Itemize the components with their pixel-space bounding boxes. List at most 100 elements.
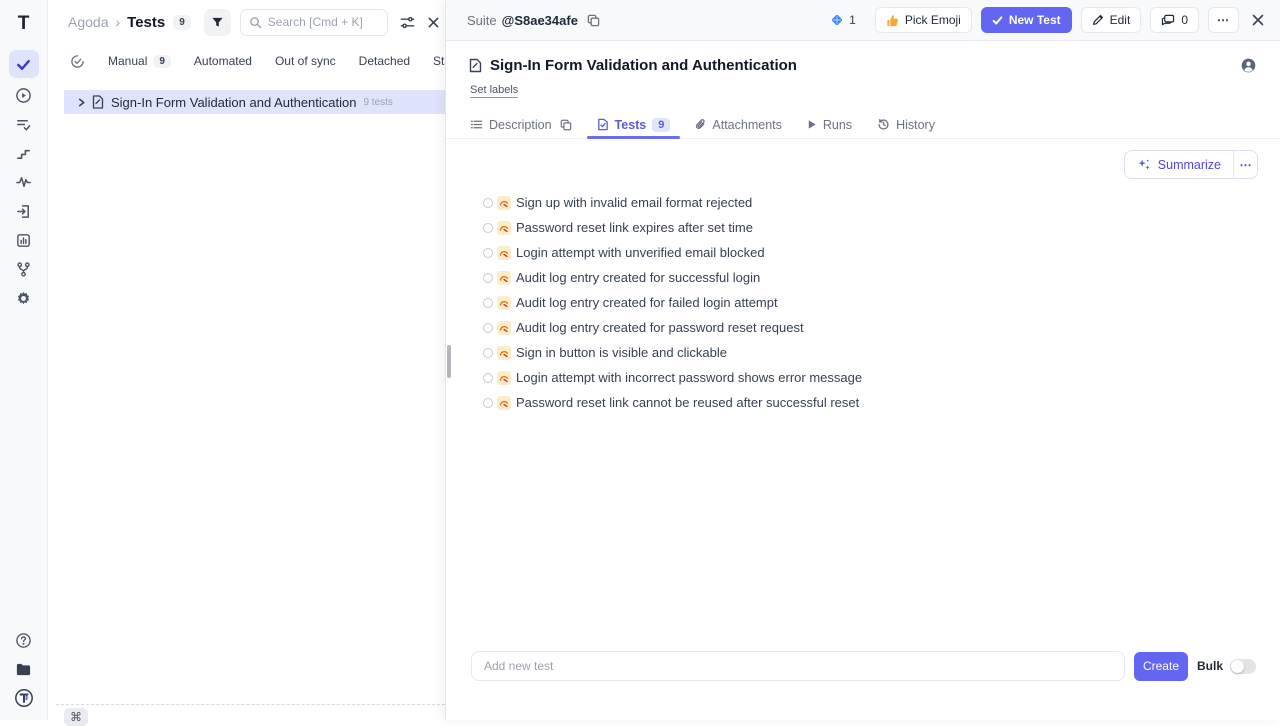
test-document-icon bbox=[597, 118, 609, 131]
check-icon bbox=[992, 15, 1003, 26]
close-panel-icon[interactable] bbox=[427, 16, 440, 29]
tab-description-label: Description bbox=[489, 118, 552, 132]
test-radio[interactable] bbox=[483, 373, 493, 383]
test-title: Audit log entry created for successful l… bbox=[516, 270, 760, 285]
tab-tests[interactable]: Tests 9 bbox=[597, 111, 671, 138]
search-box[interactable] bbox=[240, 9, 388, 36]
test-list-item[interactable]: Audit log entry created for successful l… bbox=[483, 265, 1280, 290]
summarize-button[interactable]: Summarize bbox=[1125, 151, 1233, 178]
rail-tests-icon[interactable] bbox=[9, 50, 39, 78]
tab-tests-label: Tests bbox=[615, 118, 647, 132]
test-title: Audit log entry created for failed login… bbox=[516, 295, 778, 310]
rail-steps-icon[interactable] bbox=[9, 141, 39, 165]
tab-attachments-label: Attachments bbox=[712, 118, 781, 132]
tests-list: Sign up with invalid email format reject… bbox=[446, 190, 1280, 415]
chevron-right-icon[interactable] bbox=[77, 98, 86, 107]
edit-label: Edit bbox=[1110, 13, 1131, 27]
bulk-toggle[interactable] bbox=[1230, 659, 1256, 674]
test-title: Password reset link expires after set ti… bbox=[516, 220, 753, 235]
test-radio[interactable] bbox=[483, 273, 493, 283]
filter-tab-out-of-sync[interactable]: Out of sync bbox=[275, 54, 336, 68]
app-logo-icon[interactable]: T bbox=[18, 10, 30, 38]
rail-branch-icon[interactable] bbox=[9, 257, 39, 281]
rail-plans-icon[interactable] bbox=[9, 112, 39, 136]
test-radio[interactable] bbox=[483, 248, 493, 258]
filter-button[interactable] bbox=[204, 9, 231, 36]
test-list-item[interactable]: Password reset link cannot be reused aft… bbox=[483, 390, 1280, 415]
summarize-row: Summarize ⋯ bbox=[446, 139, 1280, 179]
select-all-icon[interactable] bbox=[70, 54, 85, 69]
copy-suite-id-icon[interactable] bbox=[587, 14, 600, 27]
tests-count-badge: 9 bbox=[173, 15, 191, 30]
folder-icon[interactable] bbox=[9, 657, 39, 681]
test-title: Sign in button is visible and clickable bbox=[516, 345, 727, 360]
sparkles-icon bbox=[1137, 158, 1151, 172]
rail-reports-icon[interactable] bbox=[9, 228, 39, 252]
summarize-more-button[interactable]: ⋯ bbox=[1233, 151, 1257, 178]
tab-description[interactable]: Description bbox=[470, 111, 572, 138]
suite-document-icon bbox=[469, 58, 482, 73]
test-radio[interactable] bbox=[483, 323, 493, 333]
close-detail-icon[interactable] bbox=[1251, 13, 1265, 27]
rail-import-icon[interactable] bbox=[9, 199, 39, 223]
more-actions-button[interactable]: ⋯ bbox=[1208, 7, 1239, 33]
reaction-indicator[interactable]: 1 bbox=[830, 13, 856, 27]
test-radio[interactable] bbox=[483, 298, 493, 308]
test-radio[interactable] bbox=[483, 348, 493, 358]
filter-tab-automated[interactable]: Automated bbox=[194, 54, 252, 68]
manual-test-icon bbox=[497, 246, 511, 260]
pick-emoji-label: Pick Emoji bbox=[905, 13, 961, 27]
brand-logo-icon[interactable] bbox=[9, 686, 39, 710]
tab-history[interactable]: History bbox=[877, 111, 935, 138]
add-test-input[interactable] bbox=[471, 651, 1125, 681]
tab-attachments[interactable]: Attachments bbox=[695, 111, 781, 138]
tab-runs-label: Runs bbox=[823, 118, 852, 132]
list-icon bbox=[470, 118, 483, 131]
tab-runs[interactable]: Runs bbox=[807, 111, 852, 138]
test-list-item[interactable]: Login attempt with incorrect password sh… bbox=[483, 365, 1280, 390]
suite-tree-item[interactable]: Sign-In Form Validation and Authenticati… bbox=[64, 90, 445, 114]
test-title: Login attempt with incorrect password sh… bbox=[516, 370, 862, 385]
new-test-button[interactable]: New Test bbox=[981, 7, 1072, 33]
test-radio[interactable] bbox=[483, 398, 493, 408]
rail-nav bbox=[9, 50, 39, 310]
paperclip-icon bbox=[695, 118, 706, 131]
breadcrumb-section: Tests bbox=[127, 14, 165, 31]
new-test-label: New Test bbox=[1009, 13, 1061, 27]
filter-tab-detached[interactable]: Detached bbox=[359, 54, 410, 68]
manual-count-badge: 9 bbox=[153, 55, 171, 68]
test-list-item[interactable]: Audit log entry created for failed login… bbox=[483, 290, 1280, 315]
edit-button[interactable]: Edit bbox=[1081, 7, 1142, 33]
set-labels-link[interactable]: Set labels bbox=[470, 84, 518, 98]
pick-emoji-button[interactable]: Pick Emoji bbox=[875, 7, 972, 33]
test-radio[interactable] bbox=[483, 198, 493, 208]
rail-settings-gear-icon[interactable] bbox=[9, 286, 39, 310]
test-radio[interactable] bbox=[483, 223, 493, 233]
rail-runs-icon[interactable] bbox=[9, 83, 39, 107]
copy-description-icon[interactable] bbox=[560, 119, 572, 131]
create-button[interactable]: Create bbox=[1134, 652, 1188, 681]
manual-test-icon bbox=[497, 196, 511, 210]
summarize-label: Summarize bbox=[1158, 158, 1221, 172]
pencil-icon bbox=[1092, 14, 1104, 26]
search-input[interactable] bbox=[268, 15, 379, 29]
suite-id: @S8ae34afe bbox=[502, 13, 578, 28]
breadcrumb-project[interactable]: Agoda bbox=[68, 14, 108, 30]
view-settings-icon[interactable] bbox=[399, 14, 416, 31]
assignee-avatar[interactable] bbox=[1241, 58, 1256, 73]
suite-detail-panel: Suite @S8ae34afe 1 Pick Emoji New Test bbox=[445, 0, 1280, 720]
comments-button[interactable]: 0 bbox=[1150, 7, 1199, 33]
test-title: Login attempt with unverified email bloc… bbox=[516, 245, 765, 260]
rail-analytics-icon[interactable] bbox=[9, 170, 39, 194]
comments-icon bbox=[1161, 14, 1175, 27]
filter-tab-manual[interactable]: Manual 9 bbox=[108, 54, 171, 68]
test-list-item[interactable]: Sign in button is visible and clickable bbox=[483, 340, 1280, 365]
test-list-item[interactable]: Sign up with invalid email format reject… bbox=[483, 190, 1280, 215]
test-list-item[interactable]: Password reset link expires after set ti… bbox=[483, 215, 1280, 240]
panel-resize-handle[interactable] bbox=[447, 345, 451, 378]
app-rail: T bbox=[0, 0, 48, 720]
suite-tree-title: Sign-In Form Validation and Authenticati… bbox=[111, 95, 356, 110]
test-list-item[interactable]: Audit log entry created for password res… bbox=[483, 315, 1280, 340]
help-icon[interactable] bbox=[9, 628, 39, 652]
test-list-item[interactable]: Login attempt with unverified email bloc… bbox=[483, 240, 1280, 265]
